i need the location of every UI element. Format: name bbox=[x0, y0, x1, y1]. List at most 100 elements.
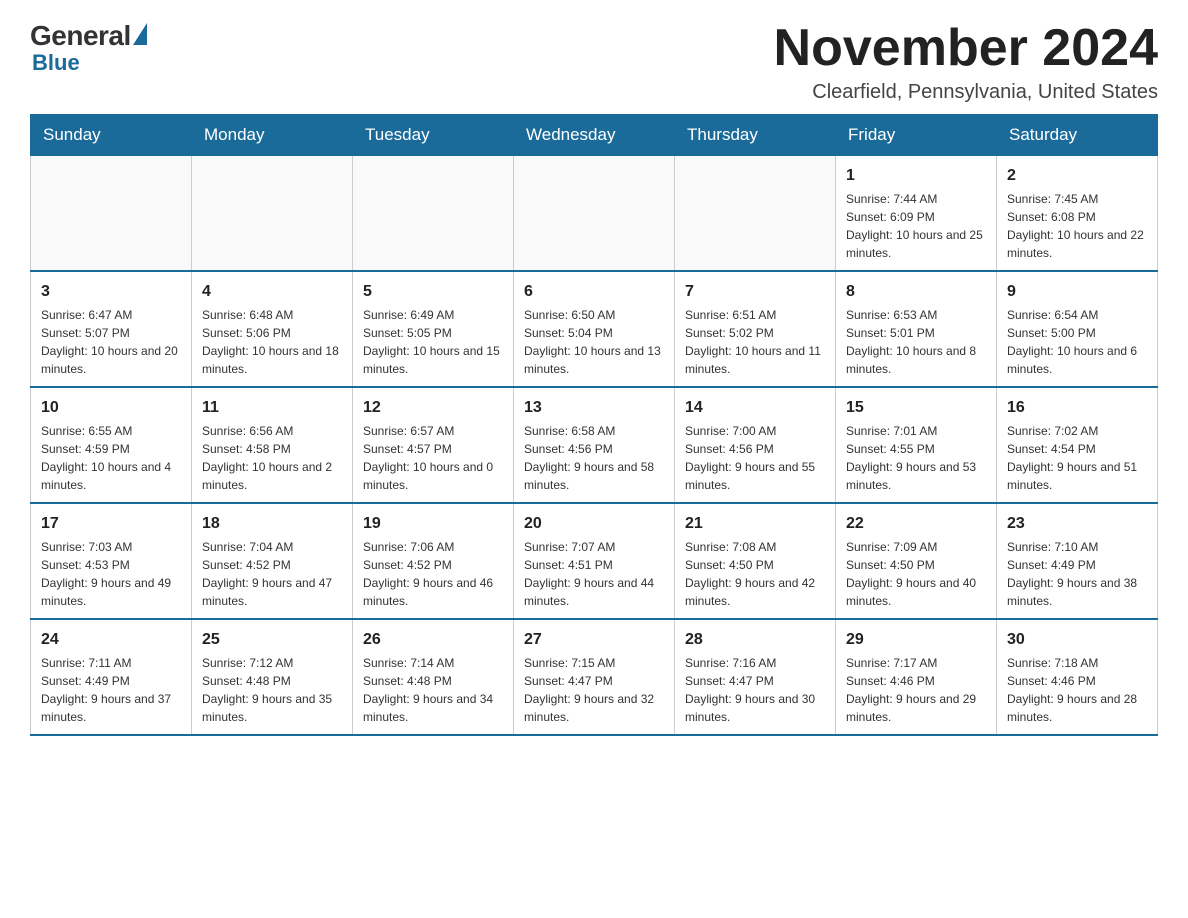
day-number: 22 bbox=[846, 512, 986, 536]
day-number: 30 bbox=[1007, 628, 1147, 652]
calendar-week-row: 10Sunrise: 6:55 AMSunset: 4:59 PMDayligh… bbox=[31, 387, 1158, 503]
calendar-day-cell: 19Sunrise: 7:06 AMSunset: 4:52 PMDayligh… bbox=[353, 503, 514, 619]
calendar-day-cell bbox=[353, 156, 514, 272]
day-info: Sunrise: 6:56 AMSunset: 4:58 PMDaylight:… bbox=[202, 422, 342, 494]
calendar-day-cell: 26Sunrise: 7:14 AMSunset: 4:48 PMDayligh… bbox=[353, 619, 514, 735]
day-info: Sunrise: 6:54 AMSunset: 5:00 PMDaylight:… bbox=[1007, 306, 1147, 378]
day-number: 7 bbox=[685, 280, 825, 304]
day-info: Sunrise: 7:44 AMSunset: 6:09 PMDaylight:… bbox=[846, 190, 986, 262]
day-number: 18 bbox=[202, 512, 342, 536]
day-info: Sunrise: 7:00 AMSunset: 4:56 PMDaylight:… bbox=[685, 422, 825, 494]
calendar-day-cell: 9Sunrise: 6:54 AMSunset: 5:00 PMDaylight… bbox=[997, 271, 1158, 387]
day-info: Sunrise: 6:51 AMSunset: 5:02 PMDaylight:… bbox=[685, 306, 825, 378]
day-of-week-header: Thursday bbox=[675, 115, 836, 156]
day-number: 2 bbox=[1007, 164, 1147, 188]
day-number: 19 bbox=[363, 512, 503, 536]
day-number: 29 bbox=[846, 628, 986, 652]
day-number: 5 bbox=[363, 280, 503, 304]
day-info: Sunrise: 6:53 AMSunset: 5:01 PMDaylight:… bbox=[846, 306, 986, 378]
day-info: Sunrise: 7:12 AMSunset: 4:48 PMDaylight:… bbox=[202, 654, 342, 726]
days-of-week-row: SundayMondayTuesdayWednesdayThursdayFrid… bbox=[31, 115, 1158, 156]
day-info: Sunrise: 6:48 AMSunset: 5:06 PMDaylight:… bbox=[202, 306, 342, 378]
day-info: Sunrise: 6:55 AMSunset: 4:59 PMDaylight:… bbox=[41, 422, 181, 494]
day-number: 17 bbox=[41, 512, 181, 536]
day-number: 15 bbox=[846, 396, 986, 420]
day-info: Sunrise: 7:06 AMSunset: 4:52 PMDaylight:… bbox=[363, 538, 503, 610]
calendar-day-cell: 24Sunrise: 7:11 AMSunset: 4:49 PMDayligh… bbox=[31, 619, 192, 735]
day-number: 4 bbox=[202, 280, 342, 304]
day-info: Sunrise: 6:57 AMSunset: 4:57 PMDaylight:… bbox=[363, 422, 503, 494]
calendar-table: SundayMondayTuesdayWednesdayThursdayFrid… bbox=[30, 114, 1158, 736]
day-number: 16 bbox=[1007, 396, 1147, 420]
day-info: Sunrise: 7:14 AMSunset: 4:48 PMDaylight:… bbox=[363, 654, 503, 726]
day-number: 23 bbox=[1007, 512, 1147, 536]
calendar-day-cell: 5Sunrise: 6:49 AMSunset: 5:05 PMDaylight… bbox=[353, 271, 514, 387]
month-year-title: November 2024 bbox=[774, 20, 1158, 77]
logo-general-text: General bbox=[30, 20, 131, 52]
day-info: Sunrise: 7:18 AMSunset: 4:46 PMDaylight:… bbox=[1007, 654, 1147, 726]
page-header: General Blue November 2024 Clearfield, P… bbox=[30, 20, 1158, 104]
day-number: 24 bbox=[41, 628, 181, 652]
calendar-day-cell bbox=[31, 156, 192, 272]
calendar-day-cell: 10Sunrise: 6:55 AMSunset: 4:59 PMDayligh… bbox=[31, 387, 192, 503]
day-info: Sunrise: 6:49 AMSunset: 5:05 PMDaylight:… bbox=[363, 306, 503, 378]
calendar-week-row: 1Sunrise: 7:44 AMSunset: 6:09 PMDaylight… bbox=[31, 156, 1158, 272]
calendar-day-cell: 21Sunrise: 7:08 AMSunset: 4:50 PMDayligh… bbox=[675, 503, 836, 619]
calendar-day-cell: 30Sunrise: 7:18 AMSunset: 4:46 PMDayligh… bbox=[997, 619, 1158, 735]
day-info: Sunrise: 7:02 AMSunset: 4:54 PMDaylight:… bbox=[1007, 422, 1147, 494]
day-info: Sunrise: 7:09 AMSunset: 4:50 PMDaylight:… bbox=[846, 538, 986, 610]
calendar-day-cell: 6Sunrise: 6:50 AMSunset: 5:04 PMDaylight… bbox=[514, 271, 675, 387]
day-number: 25 bbox=[202, 628, 342, 652]
calendar-day-cell: 2Sunrise: 7:45 AMSunset: 6:08 PMDaylight… bbox=[997, 156, 1158, 272]
calendar-header: SundayMondayTuesdayWednesdayThursdayFrid… bbox=[31, 115, 1158, 156]
day-number: 26 bbox=[363, 628, 503, 652]
logo-triangle-icon bbox=[133, 23, 147, 45]
day-number: 11 bbox=[202, 396, 342, 420]
calendar-day-cell bbox=[514, 156, 675, 272]
calendar-day-cell: 20Sunrise: 7:07 AMSunset: 4:51 PMDayligh… bbox=[514, 503, 675, 619]
day-info: Sunrise: 7:17 AMSunset: 4:46 PMDaylight:… bbox=[846, 654, 986, 726]
calendar-day-cell bbox=[192, 156, 353, 272]
day-info: Sunrise: 7:03 AMSunset: 4:53 PMDaylight:… bbox=[41, 538, 181, 610]
day-number: 6 bbox=[524, 280, 664, 304]
calendar-day-cell: 13Sunrise: 6:58 AMSunset: 4:56 PMDayligh… bbox=[514, 387, 675, 503]
calendar-day-cell: 14Sunrise: 7:00 AMSunset: 4:56 PMDayligh… bbox=[675, 387, 836, 503]
day-number: 1 bbox=[846, 164, 986, 188]
day-info: Sunrise: 6:50 AMSunset: 5:04 PMDaylight:… bbox=[524, 306, 664, 378]
calendar-day-cell: 1Sunrise: 7:44 AMSunset: 6:09 PMDaylight… bbox=[836, 156, 997, 272]
day-info: Sunrise: 7:08 AMSunset: 4:50 PMDaylight:… bbox=[685, 538, 825, 610]
calendar-day-cell bbox=[675, 156, 836, 272]
day-number: 3 bbox=[41, 280, 181, 304]
calendar-day-cell: 4Sunrise: 6:48 AMSunset: 5:06 PMDaylight… bbox=[192, 271, 353, 387]
day-number: 27 bbox=[524, 628, 664, 652]
day-info: Sunrise: 7:01 AMSunset: 4:55 PMDaylight:… bbox=[846, 422, 986, 494]
calendar-day-cell: 3Sunrise: 6:47 AMSunset: 5:07 PMDaylight… bbox=[31, 271, 192, 387]
day-number: 10 bbox=[41, 396, 181, 420]
day-info: Sunrise: 7:15 AMSunset: 4:47 PMDaylight:… bbox=[524, 654, 664, 726]
day-of-week-header: Friday bbox=[836, 115, 997, 156]
calendar-week-row: 24Sunrise: 7:11 AMSunset: 4:49 PMDayligh… bbox=[31, 619, 1158, 735]
day-number: 14 bbox=[685, 396, 825, 420]
day-info: Sunrise: 7:10 AMSunset: 4:49 PMDaylight:… bbox=[1007, 538, 1147, 610]
day-info: Sunrise: 7:04 AMSunset: 4:52 PMDaylight:… bbox=[202, 538, 342, 610]
calendar-body: 1Sunrise: 7:44 AMSunset: 6:09 PMDaylight… bbox=[31, 156, 1158, 736]
calendar-day-cell: 15Sunrise: 7:01 AMSunset: 4:55 PMDayligh… bbox=[836, 387, 997, 503]
day-info: Sunrise: 7:07 AMSunset: 4:51 PMDaylight:… bbox=[524, 538, 664, 610]
day-of-week-header: Saturday bbox=[997, 115, 1158, 156]
logo: General Blue bbox=[30, 20, 147, 76]
calendar-week-row: 17Sunrise: 7:03 AMSunset: 4:53 PMDayligh… bbox=[31, 503, 1158, 619]
day-info: Sunrise: 7:11 AMSunset: 4:49 PMDaylight:… bbox=[41, 654, 181, 726]
calendar-day-cell: 17Sunrise: 7:03 AMSunset: 4:53 PMDayligh… bbox=[31, 503, 192, 619]
day-of-week-header: Tuesday bbox=[353, 115, 514, 156]
calendar-day-cell: 22Sunrise: 7:09 AMSunset: 4:50 PMDayligh… bbox=[836, 503, 997, 619]
location-subtitle: Clearfield, Pennsylvania, United States bbox=[774, 81, 1158, 104]
calendar-day-cell: 27Sunrise: 7:15 AMSunset: 4:47 PMDayligh… bbox=[514, 619, 675, 735]
calendar-day-cell: 23Sunrise: 7:10 AMSunset: 4:49 PMDayligh… bbox=[997, 503, 1158, 619]
day-info: Sunrise: 6:47 AMSunset: 5:07 PMDaylight:… bbox=[41, 306, 181, 378]
day-number: 28 bbox=[685, 628, 825, 652]
day-info: Sunrise: 6:58 AMSunset: 4:56 PMDaylight:… bbox=[524, 422, 664, 494]
day-number: 8 bbox=[846, 280, 986, 304]
calendar-day-cell: 12Sunrise: 6:57 AMSunset: 4:57 PMDayligh… bbox=[353, 387, 514, 503]
calendar-day-cell: 28Sunrise: 7:16 AMSunset: 4:47 PMDayligh… bbox=[675, 619, 836, 735]
day-number: 20 bbox=[524, 512, 664, 536]
